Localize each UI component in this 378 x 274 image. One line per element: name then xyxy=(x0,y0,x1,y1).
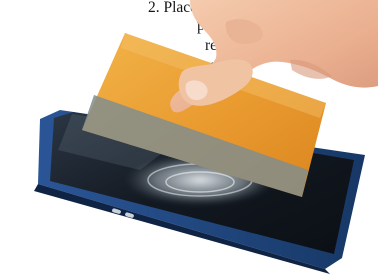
photo-hand-card-phone xyxy=(34,0,378,274)
article-with-photo: 2. Place your check payment return sure … xyxy=(0,0,378,274)
